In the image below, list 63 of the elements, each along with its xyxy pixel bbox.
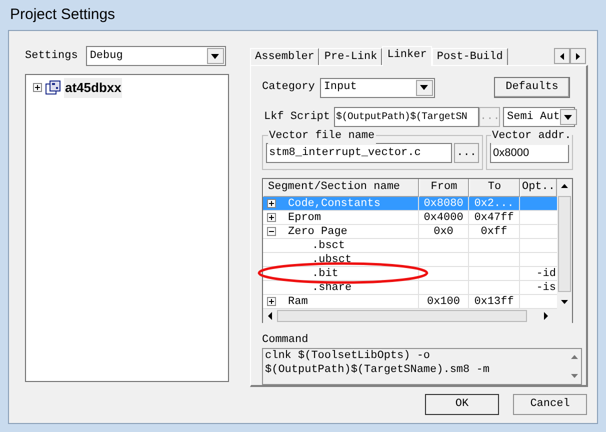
table-cell: .bit [312,266,338,280]
command-line: clnk $(ToolsetLibOpts) -o [265,349,432,363]
browse-button[interactable]: ... [454,143,479,163]
vector-file-field[interactable]: stm8_interrupt_vector.c [266,143,452,163]
table-cell: .share [312,280,352,294]
table-cell: -id [536,267,556,280]
project-icon [45,80,61,96]
lkf-script-field[interactable]: $(OutputPath)$(TargetSN [334,107,479,127]
column-header[interactable]: To [469,179,520,197]
table-cell: -is [536,281,556,294]
table-row[interactable]: .share -is [263,281,557,295]
table-cell: 0x13ff [474,295,514,308]
category-dropdown[interactable]: Input [320,78,435,98]
table-cell: 0x2... [474,197,514,210]
mode-dropdown[interactable]: Semi Aut [503,107,575,127]
table-cell: Eprom [288,210,322,224]
window-title: Project Settings [10,4,116,25]
vector-addr-legend: Vector addr. [491,128,572,144]
category-label: Category [262,80,315,96]
expand-icon[interactable] [267,199,276,208]
tree-item[interactable]: at45dbxx [64,78,122,98]
table-row[interactable]: Zero Page 0x0 0xff [263,225,557,239]
table-row[interactable]: .bsct [263,239,557,253]
table-cell: 0xff [480,225,508,238]
scroll-left-icon[interactable] [554,48,570,64]
tab[interactable]: Linker [382,46,432,66]
column-header[interactable]: From [419,179,469,197]
table-cell: .ubsct [312,252,352,266]
table-cell: Ram [288,294,308,308]
column-header[interactable]: Segment/Section name [263,179,419,197]
table-cell: 0x0 [434,225,454,238]
scroll-right-icon[interactable] [570,48,586,64]
table-cell: 0x47ff [474,211,514,224]
table-row[interactable]: .bit -id [263,267,557,281]
command-label: Command [262,334,310,347]
dialog-button[interactable]: Cancel [513,394,587,415]
vector-addr-field[interactable]: 0x8000 [490,143,569,163]
vertical-scrollbar[interactable] [557,179,572,309]
collapse-icon[interactable] [267,227,276,236]
command-line: $(OutputPath)$(TargetSName).sm8 -m [265,363,490,377]
horizontal-scrollbar[interactable] [263,309,572,323]
table-row[interactable]: .ubsct [263,253,557,267]
lkf-script-label: Lkf Script [264,110,330,125]
settings-dropdown[interactable]: Debug [86,46,226,66]
tab[interactable]: Post-Build [432,48,508,65]
expand-icon[interactable] [267,297,276,306]
table-cell: 0x8080 [424,197,464,210]
column-header[interactable]: Opt.. [520,179,557,197]
expand-icon[interactable] [33,83,42,92]
expand-icon[interactable] [267,213,276,222]
tab[interactable]: Pre-Link [319,48,382,65]
table-cell: Code,Constants [288,196,380,210]
table-cell: 0x4000 [424,211,464,224]
tab[interactable]: Assembler [250,48,320,65]
table-row[interactable]: Ram 0x100 0x13ff [263,295,557,309]
table-cell: Zero Page [288,224,348,238]
defaults-button[interactable]: Defaults [494,77,570,98]
dialog-button[interactable]: OK [425,394,499,415]
table-row[interactable]: Eprom 0x4000 0x47ff [263,211,557,225]
table-cell: 0x100 [426,295,460,308]
vector-file-legend: Vector file name [268,128,376,144]
settings-label: Settings [25,48,78,64]
table-cell: .bsct [312,238,346,252]
